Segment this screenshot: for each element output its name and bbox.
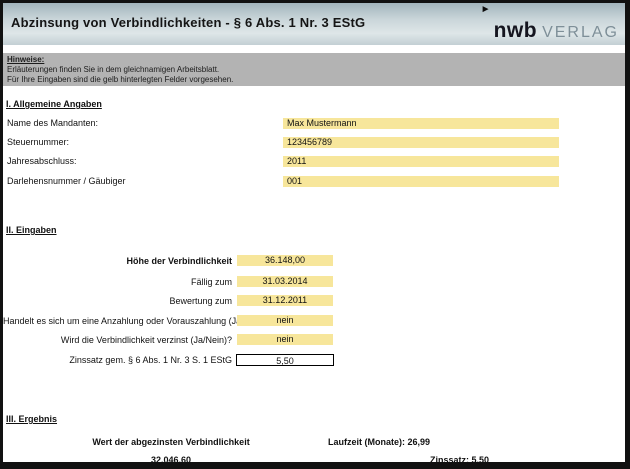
worksheet: Abzinsung von Verbindlichkeiten - § 6 Ab…	[3, 3, 625, 462]
label-jahresabschluss: Jahresabschluss:	[7, 156, 77, 166]
section-heading-general: I. Allgemeine Angaben	[6, 99, 102, 109]
hint-line-2: Für Ihre Eingaben sind die gelb hinterle…	[7, 75, 625, 85]
label-hoehe-verbindlichkeit: Höhe der Verbindlichkeit	[3, 256, 232, 266]
field-steuernummer[interactable]: 123456789	[283, 137, 559, 148]
nwb-verlag-logo: ►nwbVERLAG	[494, 19, 619, 43]
field-darlehensnummer[interactable]: 001	[283, 176, 559, 187]
result-abgezinster-wert: 32.046,60	[61, 455, 281, 462]
play-arrow-icon: ►	[481, 4, 491, 15]
label-faellig-zum: Fällig zum	[3, 277, 232, 287]
field-jahresabschluss[interactable]: 2011	[283, 156, 559, 167]
field-faellig-zum[interactable]: 31.03.2014	[237, 276, 333, 287]
hints-heading: Hinweise:	[7, 55, 625, 65]
logo-brand-text: nwb	[494, 19, 538, 42]
section-heading-ergebnis: III. Ergebnis	[6, 414, 57, 424]
label-zinssatz: Zinssatz gem. § 6 Abs. 1 Nr. 3 S. 1 EStG	[3, 355, 232, 365]
field-verzinst-frage[interactable]: nein	[237, 334, 333, 345]
label-anzahlung-frage: Handelt es sich um eine Anzahlung oder V…	[3, 316, 232, 326]
label-verzinst-frage: Wird die Verbindlichkeit verzinst (Ja/Ne…	[3, 335, 232, 345]
section-heading-eingaben: II. Eingaben	[6, 225, 57, 235]
label-darlehensnummer: Darlehensnummer / Gäubiger	[7, 176, 126, 186]
field-zinssatz: 5,50	[236, 354, 334, 366]
field-bewertung-zum[interactable]: 31.12.2011	[237, 295, 333, 306]
page-title: Abzinsung von Verbindlichkeiten - § 6 Ab…	[11, 15, 365, 30]
field-anzahlung-frage[interactable]: nein	[237, 315, 333, 326]
field-name-des-mandanten[interactable]: Max Mustermann	[283, 118, 559, 129]
label-bewertung-zum: Bewertung zum	[3, 296, 232, 306]
result-laufzeit-label: Laufzeit (Monate): 26,99	[328, 437, 430, 447]
title-bar: Abzinsung von Verbindlichkeiten - § 6 Ab…	[3, 3, 625, 45]
field-hoehe-verbindlichkeit[interactable]: 36.148,00	[237, 255, 333, 266]
hints-panel: Hinweise: Erläuterungen finden Sie in de…	[3, 53, 625, 86]
hint-line-1: Erläuterungen finden Sie in dem gleichna…	[7, 65, 625, 75]
result-left-label: Wert der abgezinsten Verbindlichkeit	[61, 437, 281, 447]
result-zinssatz-value: Zinssatz: 5,50	[430, 455, 489, 462]
logo-suffix-text: VERLAG	[542, 24, 619, 41]
label-name-des-mandanten: Name des Mandanten:	[7, 118, 98, 128]
label-steuernummer: Steuernummer:	[7, 137, 69, 147]
